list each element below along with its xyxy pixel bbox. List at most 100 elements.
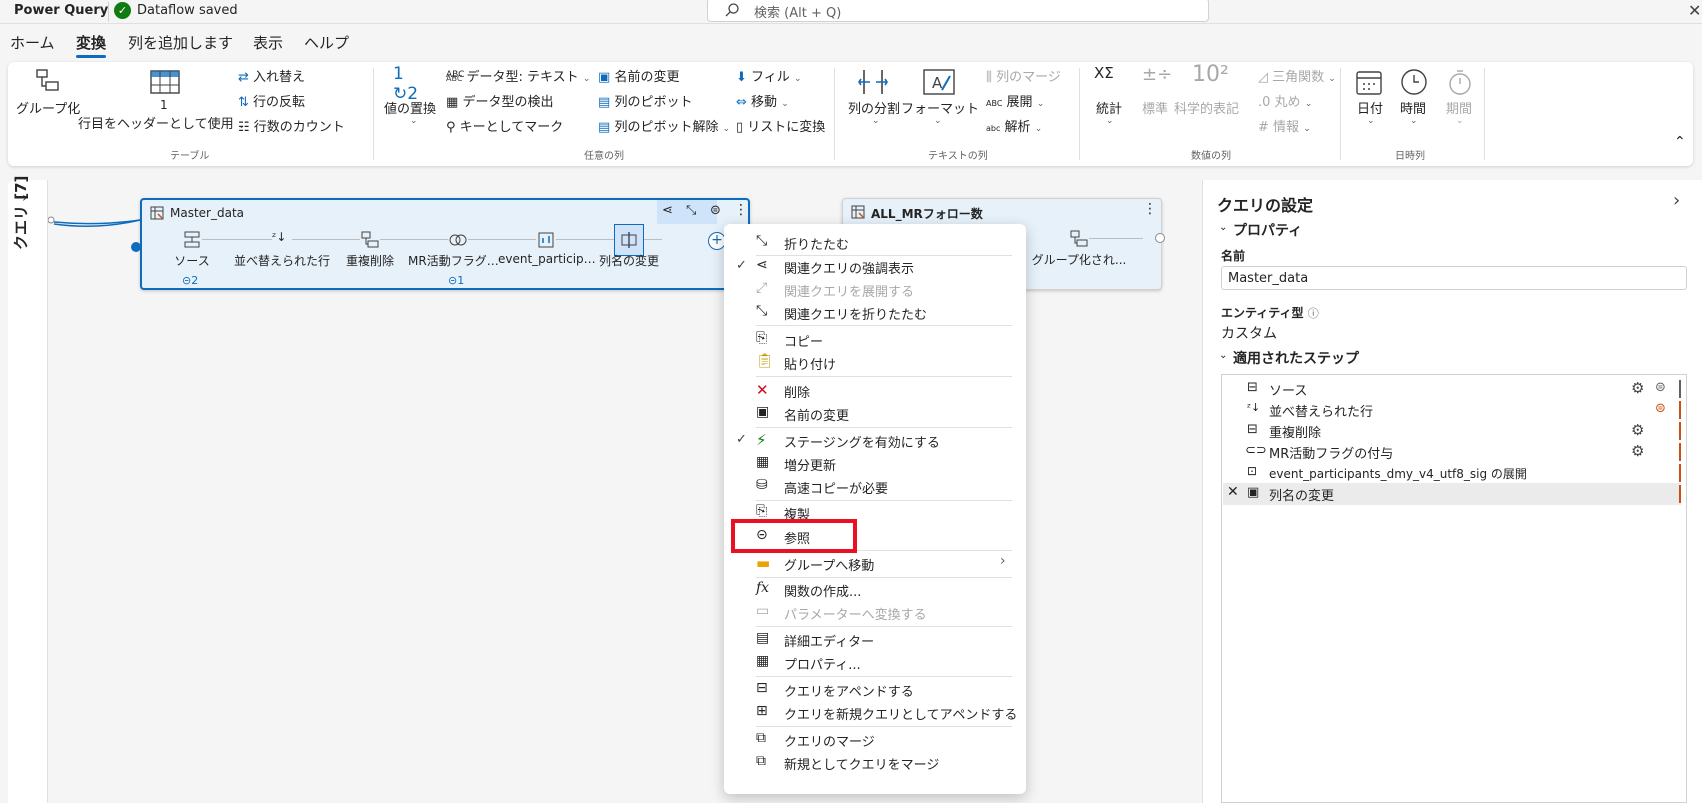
menu-item-expand-related[interactable]: 関連クエリを展開する bbox=[784, 281, 914, 300]
reverse-rows-label: 行の反転 bbox=[253, 95, 306, 110]
gear-icon[interactable]: ⚙ bbox=[1631, 442, 1644, 460]
chevron-down-icon[interactable]: ⌄ bbox=[1219, 222, 1227, 233]
share-icon[interactable]: ⋖ bbox=[662, 203, 673, 218]
step-mr-flag[interactable]: MR活動フラグの... bbox=[408, 252, 508, 269]
to-list-button[interactable]: ▯ リストに変換 bbox=[736, 116, 825, 135]
applied-step-row[interactable]: ⊂⊃ MR活動フラグの付与 ⚙ bbox=[1223, 441, 1681, 463]
applied-step-row[interactable]: ᶻ↓ 並べ替えられた行 ⊜ bbox=[1223, 399, 1681, 421]
mark-key-button[interactable]: ⚲ キーとしてマーク bbox=[446, 116, 563, 135]
step-remove-duplicates[interactable]: 重複削除 bbox=[320, 252, 420, 269]
applied-steps-header[interactable]: 適用されたステップ bbox=[1233, 348, 1359, 368]
rename-button[interactable]: ▣ 名前の変更 bbox=[598, 66, 679, 85]
info-button[interactable]: # 情報 ⌄ bbox=[1258, 116, 1311, 135]
entity-type-label: エンティティ型 ⓘ bbox=[1221, 304, 1319, 321]
stopwatch-icon bbox=[1449, 70, 1471, 95]
menu-item-move-to-group[interactable]: グループへ移動 bbox=[784, 555, 874, 574]
query-settings-title: クエリの設定 bbox=[1217, 196, 1314, 215]
collapse-icon[interactable]: ⤡ bbox=[686, 203, 696, 218]
menu-item-enable-staging[interactable]: ステージングを有効にする bbox=[784, 432, 940, 451]
duration-button[interactable]: 期間 bbox=[1446, 98, 1472, 117]
collapse-ribbon-icon[interactable]: ⌃ bbox=[1674, 134, 1686, 150]
replace-values-button[interactable]: 値の置換 bbox=[384, 98, 436, 117]
menu-item-append-new[interactable]: クエリを新規クエリとしてアペンドする bbox=[784, 704, 1017, 723]
properties-header[interactable]: プロパティ bbox=[1233, 220, 1302, 240]
close-icon[interactable]: ✕ bbox=[1688, 1, 1701, 20]
menu-item-properties[interactable]: プロパティ... bbox=[784, 654, 861, 673]
query-card-master-data[interactable]: Master_data ⋖ ⤡ ⊜ ⋮ ソース ⊝2 ᶻ↓ 並べ替えられた行 重… bbox=[140, 198, 750, 290]
menu-item-copy[interactable]: コピー bbox=[784, 331, 823, 350]
step-rename-columns[interactable]: 列名の変更 bbox=[579, 252, 679, 269]
date-button[interactable]: 日付 bbox=[1357, 98, 1383, 117]
statistics-button[interactable]: 統計 bbox=[1096, 98, 1122, 117]
scientific-button[interactable]: 科学的表記 bbox=[1174, 98, 1239, 117]
applied-step-row[interactable]: ⊟ 重複削除 ⚙ bbox=[1223, 420, 1681, 442]
menu-item-create-function[interactable]: 関数の作成... bbox=[784, 581, 861, 600]
search-input[interactable]: 検索 (Alt + Q) bbox=[707, 0, 1209, 22]
menu-item-paste[interactable]: 貼り付け bbox=[784, 354, 836, 373]
gear-icon[interactable]: ⚙ bbox=[1631, 379, 1644, 397]
more-options-icon[interactable]: ⋮ bbox=[1143, 201, 1157, 217]
tab-home[interactable]: ホーム bbox=[10, 32, 55, 58]
time-button[interactable]: 時間 bbox=[1400, 98, 1426, 117]
group-by-button[interactable]: グループ化 bbox=[16, 98, 80, 117]
menu-item-fast-copy[interactable]: 高速コピーが必要 bbox=[784, 478, 888, 497]
chevron-down-icon[interactable]: ⌄ bbox=[1219, 350, 1227, 361]
menu-item-collapse-related[interactable]: 関連クエリを折りたたむ bbox=[784, 304, 927, 323]
trig-button[interactable]: ◿ 三角関数 ⌄ bbox=[1258, 66, 1336, 85]
menu-item-collapse[interactable]: 折りたたむ bbox=[784, 234, 849, 253]
count-rows-button[interactable]: ☷ 行数のカウント bbox=[238, 116, 345, 135]
split-column-button[interactable]: 列の分割 bbox=[848, 98, 900, 117]
mark-key-label: キーとしてマーク bbox=[459, 120, 564, 135]
round-button[interactable]: .0 丸め ⌄ bbox=[1258, 91, 1312, 110]
table-icon bbox=[851, 205, 865, 219]
applied-step-row[interactable]: ⊟ ソース ⚙ ⊜ bbox=[1223, 378, 1681, 400]
name-field[interactable]: Master_data bbox=[1221, 266, 1687, 290]
group-label-number-column: 数値の列 bbox=[1191, 151, 1231, 162]
menu-item-rename[interactable]: 名前の変更 bbox=[784, 405, 849, 424]
use-first-row-button[interactable]: 行目をヘッダーとして使用 ⌄ bbox=[78, 113, 245, 132]
menu-item-merge[interactable]: クエリのマージ bbox=[784, 731, 875, 750]
diagram-canvas[interactable]: Master_data ⋖ ⤡ ⊜ ⋮ ソース ⊝2 ᶻ↓ 並べ替えられた行 重… bbox=[48, 180, 1200, 803]
expand-button[interactable]: ABC 展開 ⌄ bbox=[986, 91, 1044, 110]
step-source[interactable]: ソース bbox=[142, 252, 242, 269]
info-icon[interactable]: ⓘ bbox=[1308, 307, 1319, 320]
card-input-port bbox=[131, 242, 141, 252]
menu-item-incremental-refresh[interactable]: 増分更新 bbox=[784, 455, 836, 474]
delete-step-icon[interactable]: ✕ bbox=[1227, 484, 1239, 500]
applied-step-row-selected[interactable]: ✕ ▣ 列名の変更 bbox=[1223, 483, 1681, 505]
reference-highlight-box bbox=[731, 519, 857, 553]
pivot-button[interactable]: ▤ 列のピボット bbox=[598, 91, 692, 110]
expand-icon: ⤢ bbox=[756, 280, 768, 296]
tab-help[interactable]: ヘルプ bbox=[304, 32, 349, 58]
fill-button[interactable]: ⬇ フィル ⌄ bbox=[736, 66, 801, 85]
data-type-dropdown[interactable]: ABC データ型: テキスト ⌄ bbox=[446, 66, 590, 85]
step-sorted-rows[interactable]: 並べ替えられた行 bbox=[232, 252, 332, 269]
menu-item-delete[interactable]: 削除 bbox=[784, 382, 810, 401]
menu-item-convert-parameter[interactable]: パラメーターへ変換する bbox=[784, 604, 927, 623]
chevron-right-icon[interactable]: › bbox=[1673, 190, 1680, 211]
transpose-button[interactable]: ⇄ 入れ替え bbox=[238, 66, 305, 85]
data-type-label: データ型: テキスト bbox=[466, 70, 579, 85]
standard-button[interactable]: 標準 bbox=[1142, 98, 1168, 117]
menu-item-advanced-editor[interactable]: 詳細エディター bbox=[784, 631, 874, 650]
applied-step-row[interactable]: ⊡ event_participants_dmy_v4_utf8_sig の展開 bbox=[1223, 462, 1681, 484]
more-options-icon[interactable]: ⋮ bbox=[734, 202, 748, 218]
gear-icon[interactable]: ⚙ bbox=[1631, 421, 1644, 439]
detect-type-button[interactable]: ▦ データ型の検出 bbox=[446, 91, 553, 110]
queries-pane-label[interactable]: クエリ [7] bbox=[10, 176, 31, 250]
reverse-rows-button[interactable]: ⇅ 行の反転 bbox=[238, 91, 305, 110]
menu-item-append[interactable]: クエリをアペンドする bbox=[784, 681, 914, 700]
parse-button[interactable]: abc 解析 ⌄ bbox=[986, 116, 1042, 135]
format-button[interactable]: フォーマット bbox=[901, 98, 979, 117]
copy-icon: ⎘ bbox=[756, 330, 768, 346]
move-button[interactable]: ⇔ 移動 ⌄ bbox=[736, 91, 789, 110]
detect-type-label: データ型の検出 bbox=[462, 95, 554, 110]
tab-view[interactable]: 表示 bbox=[253, 32, 283, 58]
merge-columns-button[interactable]: ⫼ 列のマージ bbox=[986, 66, 1061, 85]
menu-item-merge-new[interactable]: 新規としてクエリをマージ bbox=[784, 754, 939, 773]
menu-item-highlight-related[interactable]: 関連クエリの強調表示 bbox=[784, 258, 914, 277]
tab-add-column[interactable]: 列を追加します bbox=[128, 32, 233, 58]
step-grouped[interactable]: グループ化され... bbox=[1029, 251, 1129, 268]
database-icon[interactable]: ⊜ bbox=[710, 203, 721, 218]
unpivot-button[interactable]: ▤ 列のピボット解除 ⌄ bbox=[598, 116, 730, 135]
